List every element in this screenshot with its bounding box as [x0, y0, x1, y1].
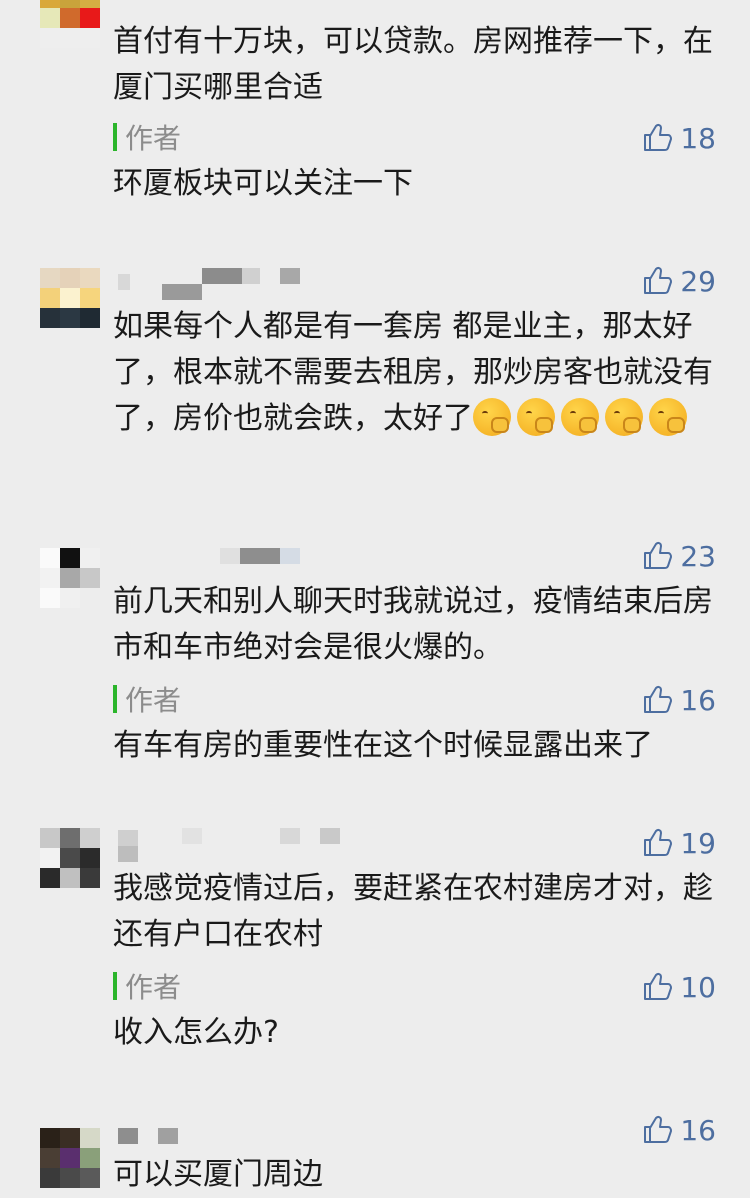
like-count: 19	[680, 826, 716, 860]
thumbs-up-icon	[644, 1115, 673, 1143]
author-label: 作者	[125, 122, 182, 155]
author-bar	[113, 123, 117, 151]
like-count: 23	[680, 539, 716, 573]
like-button[interactable]: 29	[642, 263, 716, 299]
thumbs-up-icon	[644, 685, 673, 713]
hugging-face-emoji	[473, 398, 511, 436]
thumbs-up-icon	[644, 972, 673, 1000]
like-button[interactable]: 16	[642, 1112, 716, 1148]
like-count: 10	[680, 970, 716, 1004]
like-button[interactable]: 23	[642, 538, 716, 574]
comment-text: 如果每个人都是有一套房 都是业主，那太好了，根本就不需要去租房，那炒房客也就没有…	[113, 304, 723, 442]
hugging-face-emoji	[649, 398, 687, 436]
reply-text: 有车有房的重要性在这个时候显露出来了	[113, 728, 653, 763]
thumbs-up-icon	[644, 828, 673, 856]
hugging-face-emoji	[517, 398, 555, 436]
comment-text: 可以买厦门周边	[113, 1157, 323, 1192]
avatar[interactable]	[40, 1128, 100, 1188]
reply-like-button[interactable]: 18	[642, 120, 716, 156]
username-blurred[interactable]	[118, 828, 348, 862]
author-reply-badge: 作者	[113, 120, 182, 155]
username-blurred[interactable]	[118, 268, 308, 300]
username-blurred[interactable]	[118, 548, 308, 564]
thumbs-up-icon	[644, 541, 673, 569]
like-count: 18	[680, 121, 716, 155]
author-reply-badge: 作者	[113, 682, 182, 717]
comment-text: 前几天和别人聊天时我就说过，疫情结束后房市和车市绝对会是很火爆的。	[113, 584, 713, 665]
avatar[interactable]	[40, 828, 100, 888]
avatar[interactable]	[40, 0, 100, 48]
hugging-face-emoji	[605, 398, 643, 436]
username-blurred[interactable]	[118, 1128, 198, 1144]
like-count: 16	[680, 683, 716, 717]
like-count: 29	[680, 264, 716, 298]
author-label: 作者	[125, 971, 182, 1004]
like-button[interactable]: 19	[642, 825, 716, 861]
thumbs-up-icon	[644, 123, 673, 151]
avatar[interactable]	[40, 548, 100, 608]
avatar[interactable]	[40, 268, 100, 328]
hugging-face-emoji	[561, 398, 599, 436]
reply-text: 收入怎么办?	[113, 1015, 279, 1050]
comment-text: 首付有十万块，可以贷款。房网推荐一下，在厦门买哪里合适	[113, 24, 713, 105]
thumbs-up-icon	[644, 266, 673, 294]
like-count: 16	[680, 1113, 716, 1147]
author-reply-badge: 作者	[113, 969, 182, 1004]
author-label: 作者	[125, 684, 182, 717]
reply-text: 环厦板块可以关注一下	[113, 166, 413, 201]
reply-like-button[interactable]: 16	[642, 682, 716, 718]
author-bar	[113, 972, 117, 1000]
reply-like-button[interactable]: 10	[642, 969, 716, 1005]
author-bar	[113, 685, 117, 713]
comment-text: 我感觉疫情过后，要赶紧在农村建房才对，趁还有户口在农村	[113, 871, 713, 952]
